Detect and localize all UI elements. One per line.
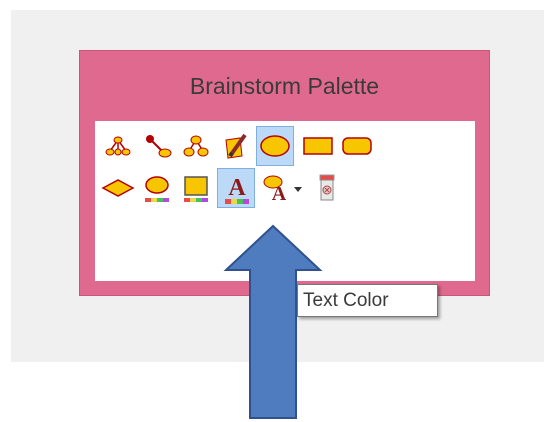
note-pencil-tool[interactable]: [217, 128, 253, 164]
svg-text:A: A: [228, 175, 246, 201]
note-pencil-tool-icon: [225, 133, 247, 159]
palette-title: Brainstorm Palette: [189, 73, 380, 99]
fill-color-tool[interactable]: [139, 170, 175, 206]
hierarchy-tool-icon: [183, 135, 209, 157]
delete-tool[interactable]: [310, 170, 346, 206]
text-color-tooltip: Text Color: [297, 284, 438, 317]
ellipse-shape-tool-icon: [260, 135, 290, 157]
fill-color-tool-icon: [145, 176, 169, 202]
diamond-shape-tool[interactable]: [100, 170, 136, 206]
line-color-tool[interactable]: [178, 170, 214, 206]
dropdown-arrow-icon: [294, 187, 302, 192]
topic-tree-tool-icon: [105, 136, 131, 156]
rectangle-shape-tool[interactable]: [300, 128, 336, 164]
link-node-tool[interactable]: [139, 128, 175, 164]
line-color-tool-icon: [184, 176, 208, 202]
text-style-tool[interactable]: A: [259, 170, 295, 206]
pointer-arrow: [223, 224, 323, 419]
delete-tool-icon: [319, 174, 335, 201]
text-color-tool[interactable]: A: [217, 168, 255, 208]
topic-tree-tool[interactable]: [100, 128, 136, 164]
diamond-shape-tool-icon: [101, 179, 135, 197]
ellipse-shape-tool[interactable]: [256, 126, 294, 166]
rounded-rectangle-shape-tool[interactable]: [339, 128, 375, 164]
rounded-rectangle-shape-tool-icon: [342, 137, 372, 155]
rectangle-shape-tool-icon: [303, 137, 333, 155]
link-node-tool-icon: [146, 135, 172, 158]
text-style-tool-icon: A: [263, 175, 287, 205]
text-color-tool-icon: A: [225, 175, 249, 204]
hierarchy-tool[interactable]: [178, 128, 214, 164]
svg-text:A: A: [272, 183, 287, 205]
text-style-dropdown[interactable]: [291, 170, 307, 206]
